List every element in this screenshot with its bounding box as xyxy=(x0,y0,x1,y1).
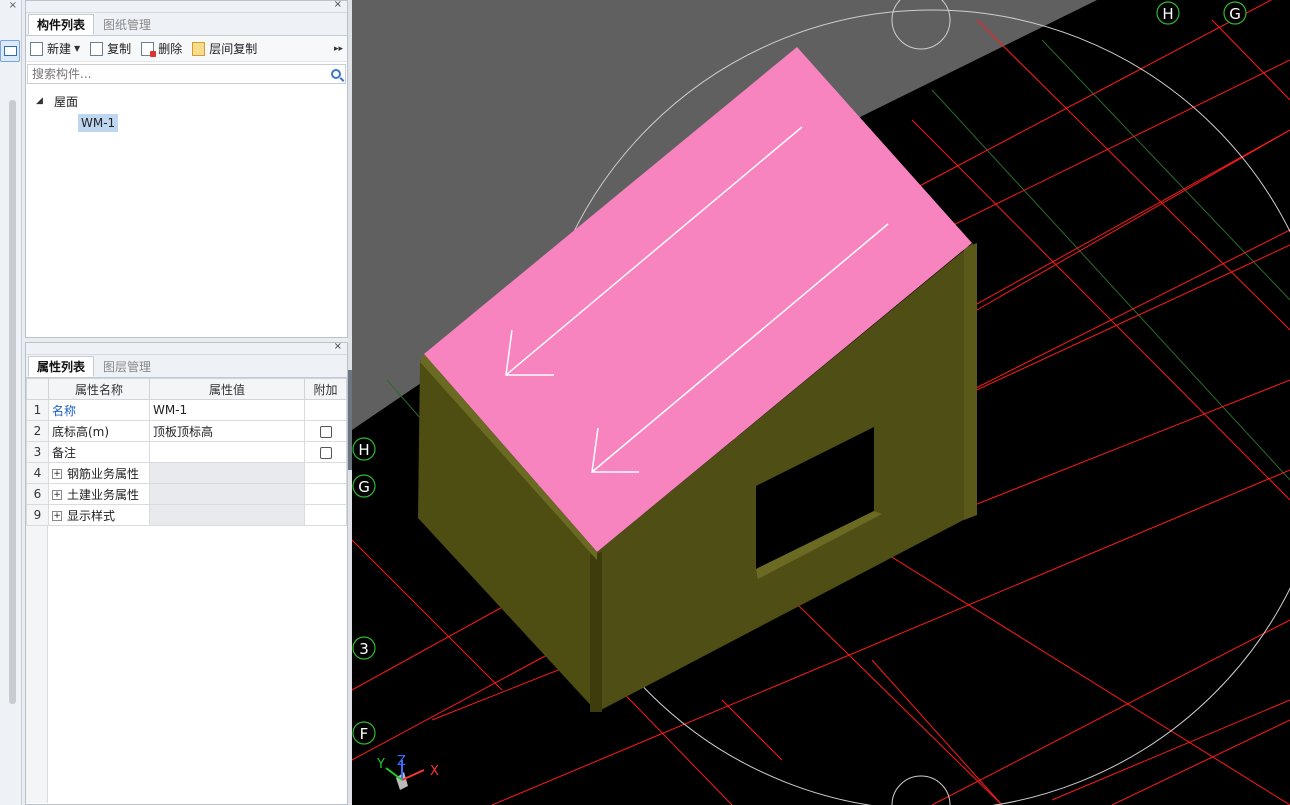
expand-plus-icon[interactable]: + xyxy=(52,490,62,500)
table-row[interactable]: 6 + 土建业务属性 xyxy=(26,483,347,505)
property-grid: 属性名称 属性值 附加 1 名称 WM-1 2 底标高(m) 顶板顶标高 3 备… xyxy=(26,378,347,526)
delete-button[interactable]: 删除 xyxy=(141,40,182,57)
property-value[interactable] xyxy=(149,441,305,463)
search-icon[interactable] xyxy=(331,69,341,79)
expand-plus-icon[interactable]: + xyxy=(52,469,62,479)
property-value[interactable]: 顶板顶标高 xyxy=(149,420,305,442)
table-row[interactable]: 1 名称 WM-1 xyxy=(26,399,347,421)
property-name: 钢筋业务属性 xyxy=(67,466,140,481)
window-icon xyxy=(4,46,17,56)
copy-icon xyxy=(90,41,104,56)
overflow-icon[interactable]: ▸▸ xyxy=(334,44,343,54)
gizmo-z-label: Z xyxy=(397,754,406,769)
collapse-triangle-icon[interactable]: ◢ xyxy=(36,96,54,106)
tree-item-wm1[interactable]: WM-1 xyxy=(78,112,347,134)
axis-label-left-g: G xyxy=(358,478,370,496)
axis-label-top-g: G xyxy=(1229,5,1241,23)
app-root: × × 构件列表 图纸管理 新建 ▼ 复制 删除 层间复制 ▸▸ 搜索构件...… xyxy=(0,0,1290,805)
table-row[interactable]: 2 底标高(m) 顶板顶标高 xyxy=(26,420,347,442)
tree-node-roof[interactable]: ◢ 屋面 xyxy=(36,90,347,112)
component-list-panel: × 构件列表 图纸管理 新建 ▼ 复制 删除 层间复制 ▸▸ 搜索构件... ◢… xyxy=(25,0,348,338)
left-scrollbar[interactable] xyxy=(9,100,16,704)
property-value[interactable]: WM-1 xyxy=(149,399,305,421)
component-toolbar: 新建 ▼ 复制 删除 层间复制 ▸▸ xyxy=(26,36,347,62)
gizmo-y-label: Y xyxy=(376,757,385,772)
axis-label-left-f: F xyxy=(360,725,369,743)
scene-svg: H G H G 3 F X Z Y xyxy=(352,0,1290,805)
table-row[interactable]: 3 备注 xyxy=(26,441,347,463)
3d-viewport[interactable]: H G H G 3 F X Z Y xyxy=(352,0,1290,805)
expand-plus-icon[interactable]: + xyxy=(52,511,62,521)
extra-checkbox[interactable] xyxy=(320,446,332,459)
property-name: 备注 xyxy=(48,441,150,463)
close-icon[interactable]: × xyxy=(334,0,342,10)
extra-checkbox[interactable] xyxy=(320,425,332,438)
header-extra: 附加 xyxy=(304,378,347,400)
floor-copy-button[interactable]: 层间复制 xyxy=(192,40,257,57)
axis-label-left-3: 3 xyxy=(359,640,369,658)
axis-label-top-h: H xyxy=(1162,5,1173,23)
gizmo-x-label: X xyxy=(430,764,439,779)
table-row[interactable]: 9 + 显示样式 xyxy=(26,504,347,526)
property-name: 底标高(m) xyxy=(48,420,150,442)
close-icon[interactable]: × xyxy=(9,0,17,11)
tab-property-list[interactable]: 属性列表 xyxy=(28,356,95,377)
copy-button[interactable]: 复制 xyxy=(90,40,131,57)
chevron-down-icon: ▼ xyxy=(74,44,81,53)
axis-label-left-h: H xyxy=(358,441,369,459)
delete-icon xyxy=(141,41,157,57)
header-property-value: 属性值 xyxy=(149,378,305,400)
new-button[interactable]: 新建 ▼ xyxy=(30,40,80,57)
left-dock-strip: × xyxy=(0,0,22,805)
property-list-panel: × 属性列表 图层管理 属性名称 属性值 附加 1 名称 WM-1 2 底标高(… xyxy=(25,341,348,805)
tab-component-list[interactable]: 构件列表 xyxy=(28,14,95,35)
xyz-gizmo[interactable]: X Z Y xyxy=(376,754,439,790)
tab-drawing-management[interactable]: 图纸管理 xyxy=(94,14,160,35)
close-icon[interactable]: × xyxy=(334,341,342,352)
header-property-name: 属性名称 xyxy=(48,378,150,400)
component-tree: ◢ 屋面 WM-1 xyxy=(26,86,347,134)
table-row[interactable]: 4 + 钢筋业务属性 xyxy=(26,462,347,484)
property-name: 土建业务属性 xyxy=(67,487,140,502)
property-tabs: 属性列表 图层管理 xyxy=(26,355,347,378)
component-tabs: 构件列表 图纸管理 xyxy=(26,13,347,36)
component-search xyxy=(27,64,346,84)
layers-copy-icon xyxy=(192,41,206,56)
properties-toggle-button[interactable] xyxy=(0,40,20,62)
search-input[interactable] xyxy=(32,67,331,81)
property-name: 显示样式 xyxy=(67,508,116,523)
property-name: 名称 xyxy=(48,399,150,421)
new-file-icon xyxy=(30,41,43,56)
tab-layer-management[interactable]: 图层管理 xyxy=(94,356,160,377)
